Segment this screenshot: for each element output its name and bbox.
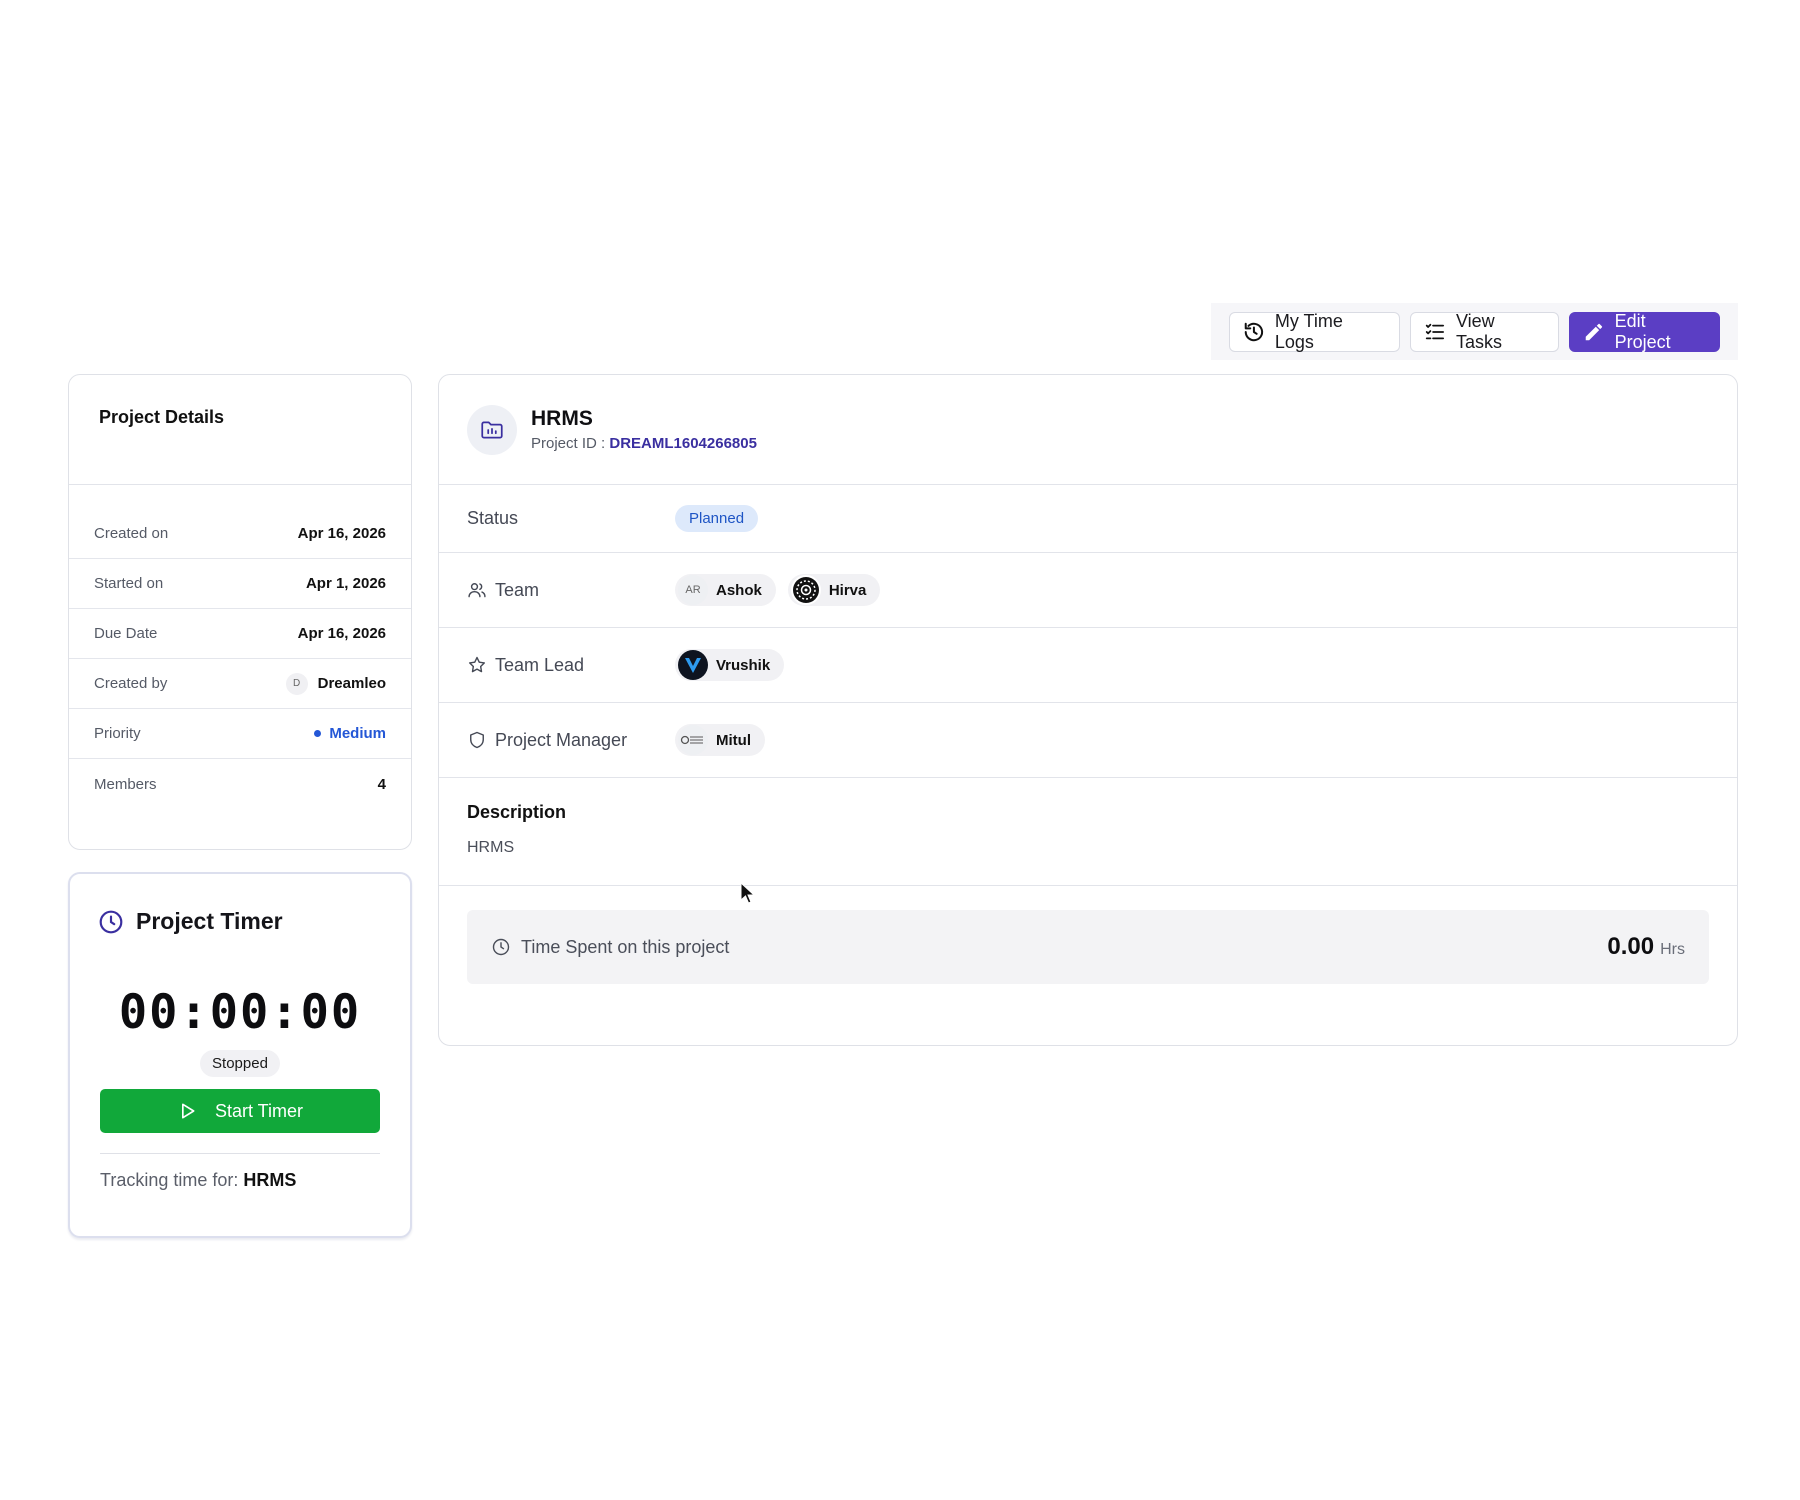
pencil-icon [1585, 323, 1602, 340]
clock-icon [492, 938, 510, 956]
project-manager-label: Project Manager [467, 730, 675, 751]
avatar [678, 725, 708, 755]
detail-row-started-on: Started on Apr 1, 2026 [69, 559, 411, 609]
status-row: Status Planned [439, 485, 1737, 553]
project-details-card: Project Details Created on Apr 16, 2026 … [68, 374, 412, 850]
project-id-value: DREAML1604266805 [609, 435, 757, 452]
start-timer-label: Start Timer [214, 1100, 303, 1121]
project-manager-row: Project Manager Mitul [439, 703, 1737, 778]
team-lead-label-text: Team Lead [495, 654, 585, 675]
timer-display: 00:00:00 [118, 985, 362, 1040]
detail-value: Apr 1, 2026 [305, 575, 386, 592]
users-icon [468, 583, 486, 598]
team-members: AR Ashok Hirva [675, 574, 881, 606]
timer-title: Project Timer [136, 908, 283, 934]
priority-dot-icon [314, 730, 322, 737]
my-time-logs-button[interactable]: My Time Logs [1229, 310, 1401, 352]
team-label: Team [467, 580, 675, 601]
logo-avatar-icon [680, 735, 703, 745]
team-lead-label: Team Lead [467, 655, 675, 676]
project-manager-chip[interactable]: Mitul [675, 724, 765, 756]
edit-project-label: Edit Project [1614, 310, 1671, 352]
time-spent-label-text: Time Spent on this project [521, 936, 730, 957]
team-member-chip[interactable]: AR Ashok [675, 574, 776, 606]
divider [100, 1153, 380, 1154]
my-time-logs-label: My Time Logs [1274, 310, 1343, 352]
detail-value: Apr 16, 2026 [297, 525, 386, 542]
team-member-name: Hirva [828, 581, 867, 599]
detail-row-created-by: Created by D Dreamleo [69, 659, 411, 709]
time-spent-value: 0.00 Hrs [1607, 933, 1685, 961]
shield-icon [470, 731, 484, 749]
details-list: Created on Apr 16, 2026 Started on Apr 1… [69, 485, 411, 809]
project-overview-card: HRMS Project ID : DREAML1604266805 Statu… [438, 374, 1738, 1046]
star-icon [468, 656, 486, 673]
description-section: Description HRMS [439, 778, 1737, 886]
timer-state-badge: Stopped [200, 1050, 280, 1077]
team-row: Team AR Ashok Hirva [439, 553, 1737, 628]
time-spent-unit: Hrs [1660, 941, 1685, 958]
detail-label: Created by [94, 675, 168, 692]
tracking-prefix: Tracking time for: [100, 1170, 239, 1190]
view-tasks-label: View Tasks [1455, 310, 1502, 352]
project-id-label: Project ID : [531, 435, 606, 452]
detail-label: Members [94, 775, 157, 793]
avatar [678, 650, 708, 680]
project-id: Project ID : DREAML1604266805 [531, 435, 757, 452]
detail-label: Created on [94, 525, 169, 542]
history-icon [1244, 322, 1264, 341]
project-manager-name: Mitul [716, 731, 751, 749]
project-timer-card: Project Timer 00:00:00 Stopped Start Tim… [68, 872, 412, 1238]
detail-label: Priority [94, 725, 141, 742]
detail-row-created-on: Created on Apr 16, 2026 [69, 509, 411, 559]
detail-label: Started on [94, 575, 164, 592]
clock-icon [99, 910, 123, 933]
detail-value: 4 [377, 775, 386, 793]
time-spent-number: 0.00 [1607, 933, 1655, 960]
time-spent-label: Time Spent on this project [491, 937, 729, 958]
tracking-project: HRMS [243, 1170, 297, 1190]
status-label-text: Status [467, 508, 519, 528]
project-header: HRMS Project ID : DREAML1604266805 [439, 375, 1737, 485]
status-label: Status [467, 508, 675, 529]
project-folder-icon [467, 404, 517, 455]
play-icon [181, 1103, 195, 1119]
task-list-icon [1425, 323, 1445, 339]
avatar [790, 575, 821, 605]
start-timer-button[interactable]: Start Timer [100, 1089, 380, 1133]
priority-value: Medium [329, 725, 386, 742]
status-badge: Planned [675, 505, 759, 532]
tracking-text: Tracking time for: HRMS [100, 1170, 380, 1191]
time-spent-box: Time Spent on this project 0.00 Hrs [467, 910, 1709, 984]
team-lead-chip[interactable]: Vrushik [675, 649, 785, 681]
description-text: HRMS [467, 839, 515, 856]
detail-row-due-date: Due Date Apr 16, 2026 [69, 609, 411, 659]
detail-value: Apr 16, 2026 [297, 625, 386, 642]
mandala-avatar-icon [792, 577, 819, 603]
avatar: AR [678, 575, 708, 605]
team-member-chip[interactable]: Hirva [787, 574, 881, 606]
creator-name: Dreamleo [317, 675, 386, 692]
action-toolbar: My Time Logs View Tasks Edit Project [1211, 303, 1738, 360]
team-member-name: Ashok [716, 581, 762, 599]
v-logo-icon [685, 658, 701, 673]
team-lead-name: Vrushik [716, 656, 771, 674]
timer-header: Project Timer [98, 908, 380, 935]
details-header: Project Details [69, 375, 411, 485]
view-tasks-button[interactable]: View Tasks [1410, 310, 1559, 352]
creator-avatar: D [285, 672, 308, 695]
edit-project-button[interactable]: Edit Project [1568, 310, 1720, 352]
team-lead-row: Team Lead Vrushik [439, 628, 1737, 703]
project-manager-label-text: Project Manager [495, 729, 628, 750]
team-label-text: Team [495, 579, 540, 600]
mouse-cursor-icon [740, 882, 756, 904]
description-title: Description [467, 802, 567, 822]
detail-row-members: Members 4 [69, 759, 411, 809]
project-name: HRMS [531, 407, 593, 430]
priority-badge: Medium [314, 725, 386, 742]
creator: D Dreamleo [285, 672, 386, 695]
details-title: Project Details [99, 407, 225, 427]
detail-label: Due Date [94, 625, 158, 642]
detail-row-priority: Priority Medium [69, 709, 411, 759]
